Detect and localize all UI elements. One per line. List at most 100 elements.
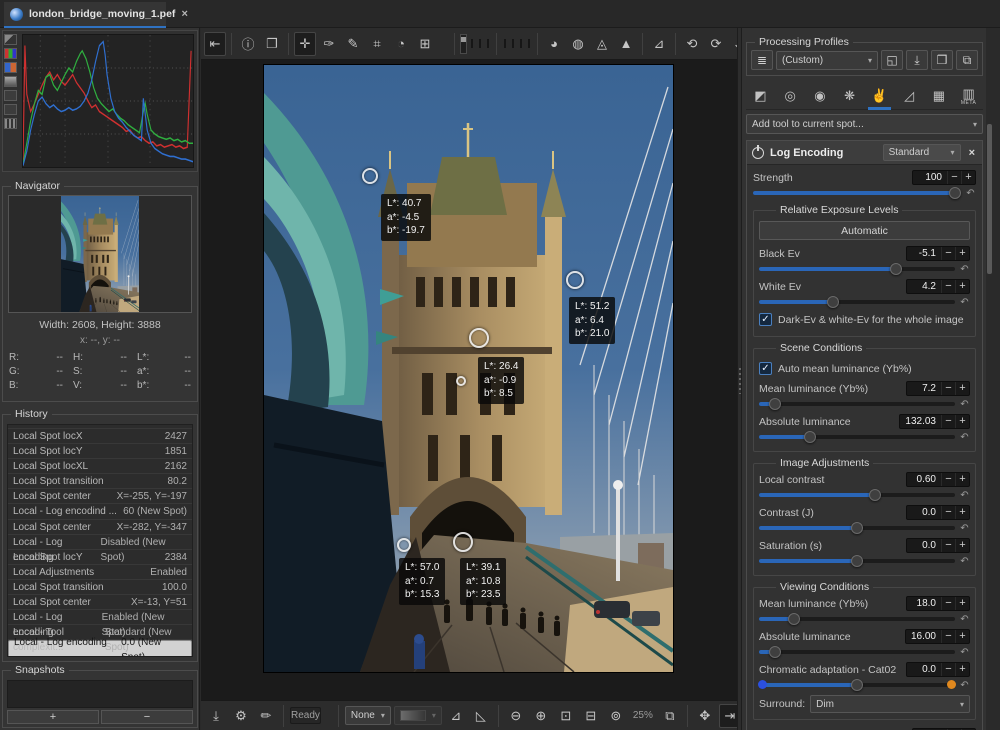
tab-local-adjustments[interactable]: ✌ [865,83,894,109]
decrement-button[interactable]: − [941,247,955,260]
color-picker-ring[interactable] [566,271,584,289]
hide-left-panel-button[interactable]: ⇤ [204,32,226,56]
gamut-check-button[interactable]: ◍ [567,32,589,56]
zoom-fit-button[interactable]: ⊡ [555,704,577,728]
slider-knob[interactable] [827,296,839,308]
decrement-button[interactable]: − [941,597,955,610]
history-row[interactable]: Local - Log encoding ...0.0 (New Spot) [8,640,192,657]
decrement-button[interactable]: − [941,539,955,552]
send-to-editor-button[interactable]: ✏ [255,704,277,728]
chromatic-adaptation-slider[interactable]: Chromatic adaptation - Cat020.0−+↶ [759,662,970,691]
color-picker-ring[interactable] [362,168,378,184]
value-spinbox[interactable]: 7.2−+ [906,381,970,396]
surround-select[interactable]: Dim▾ [810,695,970,713]
rotate-button[interactable]: ◔ [390,32,412,56]
absolute-luminance-slider[interactable]: Absolute luminance132.03−+↶ [759,414,970,443]
color-picker-ring[interactable] [453,532,473,552]
blue-channel-swatch[interactable] [520,39,522,48]
slider-knob[interactable] [851,555,863,567]
decrement-button[interactable]: − [941,280,955,293]
image-tab[interactable]: london_bridge_moving_1.pef × [4,2,166,28]
tab-transform[interactable]: ◿ [895,83,924,109]
decrement-button[interactable]: − [941,473,955,486]
bg-gray-swatch[interactable] [479,39,481,48]
tab-color[interactable]: ◉ [806,83,835,109]
history-row[interactable]: Local - Log encodind ...60 (New Spot) [8,504,192,519]
info-button[interactable]: ⓘ [237,32,259,56]
reset-icon[interactable]: ↶ [959,556,970,567]
slider-knob[interactable] [769,646,781,658]
green-channel-swatch[interactable] [512,39,514,48]
luma-channel-swatch[interactable] [528,39,530,48]
perspective-tool-button[interactable]: ◺ [470,704,492,728]
profile-list-button[interactable]: ≣ [751,50,773,70]
local-contrast-slider[interactable]: Local contrast0.60−+↶ [759,472,970,501]
reset-icon[interactable]: ↶ [959,680,970,691]
remove-snapshot-button[interactable]: − [101,710,193,724]
slider-track[interactable] [753,191,961,195]
value-spinbox[interactable]: 18.0−+ [906,596,970,611]
decrement-button[interactable]: − [947,171,961,184]
tab-raw[interactable]: ▦ [925,83,954,109]
reset-icon[interactable]: ↶ [959,264,970,275]
increment-button[interactable]: + [955,247,969,260]
history-row[interactable]: Local Spot locX2427 [8,429,192,444]
histogram-luma-icon[interactable] [4,34,17,45]
value-spinbox[interactable]: 100−+ [912,170,976,185]
slider-knob[interactable] [890,263,902,275]
zoom-out-button[interactable]: ⊖ [505,704,527,728]
soft-proofing-button[interactable]: ◕ [543,32,565,56]
perspective-button[interactable]: ⊞ [414,32,436,56]
increment-button[interactable]: + [955,597,969,610]
add-tool-select[interactable]: Add tool to current spot...▾ [746,114,983,134]
value-spinbox[interactable]: 4.2−+ [906,279,970,294]
bg-black-swatch[interactable] [471,39,473,48]
increment-button[interactable]: + [955,415,969,428]
raw-histogram-button[interactable]: ⊿ [648,32,670,56]
reset-icon[interactable]: ↶ [965,188,976,199]
slider-knob[interactable] [788,613,800,625]
zoom-fit-crop-button[interactable]: ⊟ [580,704,602,728]
decrement-button[interactable]: − [941,663,955,676]
history-row[interactable]: Local Spot centerX=-13, Y=51 [8,595,192,610]
color-picker-ring[interactable] [469,328,489,348]
viewing-mean-luminance-slider[interactable]: Mean luminance (Yb%)18.0−+↶ [759,596,970,625]
histogram-rgb-icon[interactable] [4,48,17,59]
mean-luminance-slider[interactable]: Mean luminance (Yb%)7.2−+↶ [759,381,970,410]
reset-icon[interactable]: ↶ [959,399,970,410]
tab-exposure[interactable]: ◩ [746,83,775,109]
slider-track[interactable] [759,683,955,687]
tool-close-icon[interactable]: × [967,147,977,159]
viewing-absolute-luminance-slider[interactable]: Absolute luminance16.00−+↶ [759,629,970,658]
image-canvas[interactable]: L*: 40.7a*: -4.5b*: -19.7L*: 51.2a*: 6.4… [201,60,737,700]
reset-icon[interactable]: ↶ [959,647,970,658]
add-snapshot-button[interactable]: + [7,710,99,724]
save-image-button[interactable]: ⤓ [205,704,227,728]
right-scrollbar[interactable] [986,28,993,730]
load-profile-button[interactable]: ◱ [881,50,903,70]
before-after-button[interactable]: ❐ [261,32,283,56]
rendering-intent-select[interactable]: ▾ [394,706,442,725]
history-row[interactable]: Local Spot centerX=-255, Y=-197 [8,489,192,504]
slider-knob[interactable] [949,187,961,199]
slider-track[interactable] [759,435,955,439]
history-list[interactable]: Local Spot locX2427Local Spot locY1851 Lo… [7,424,193,657]
paste-profile-button[interactable]: ❒ [931,50,953,70]
histogram-scale-icon[interactable] [4,104,17,115]
history-row[interactable]: Local Spot locY1851 [8,444,192,459]
slider-track[interactable] [759,493,955,497]
tool-power-icon[interactable] [752,147,764,159]
value-spinbox[interactable]: 132.03−+ [899,414,970,429]
close-icon[interactable]: × [181,8,187,20]
photo[interactable]: L*: 40.7a*: -4.5b*: -19.7L*: 51.2a*: 6.4… [264,65,673,672]
slider-knob[interactable] [769,398,781,410]
snapshots-list[interactable] [7,680,193,708]
fullscreen-button[interactable]: ✥ [694,704,716,728]
increment-button[interactable]: + [955,280,969,293]
histogram-bar-icon[interactable] [4,118,17,129]
slider-track[interactable] [759,559,955,563]
value-spinbox[interactable]: 0.0−+ [906,662,970,677]
history-row[interactable]: Local AdjustmentsEnabled [8,565,192,580]
tab-metadata[interactable]: ▥META [954,83,983,109]
slider-track[interactable] [759,650,955,654]
